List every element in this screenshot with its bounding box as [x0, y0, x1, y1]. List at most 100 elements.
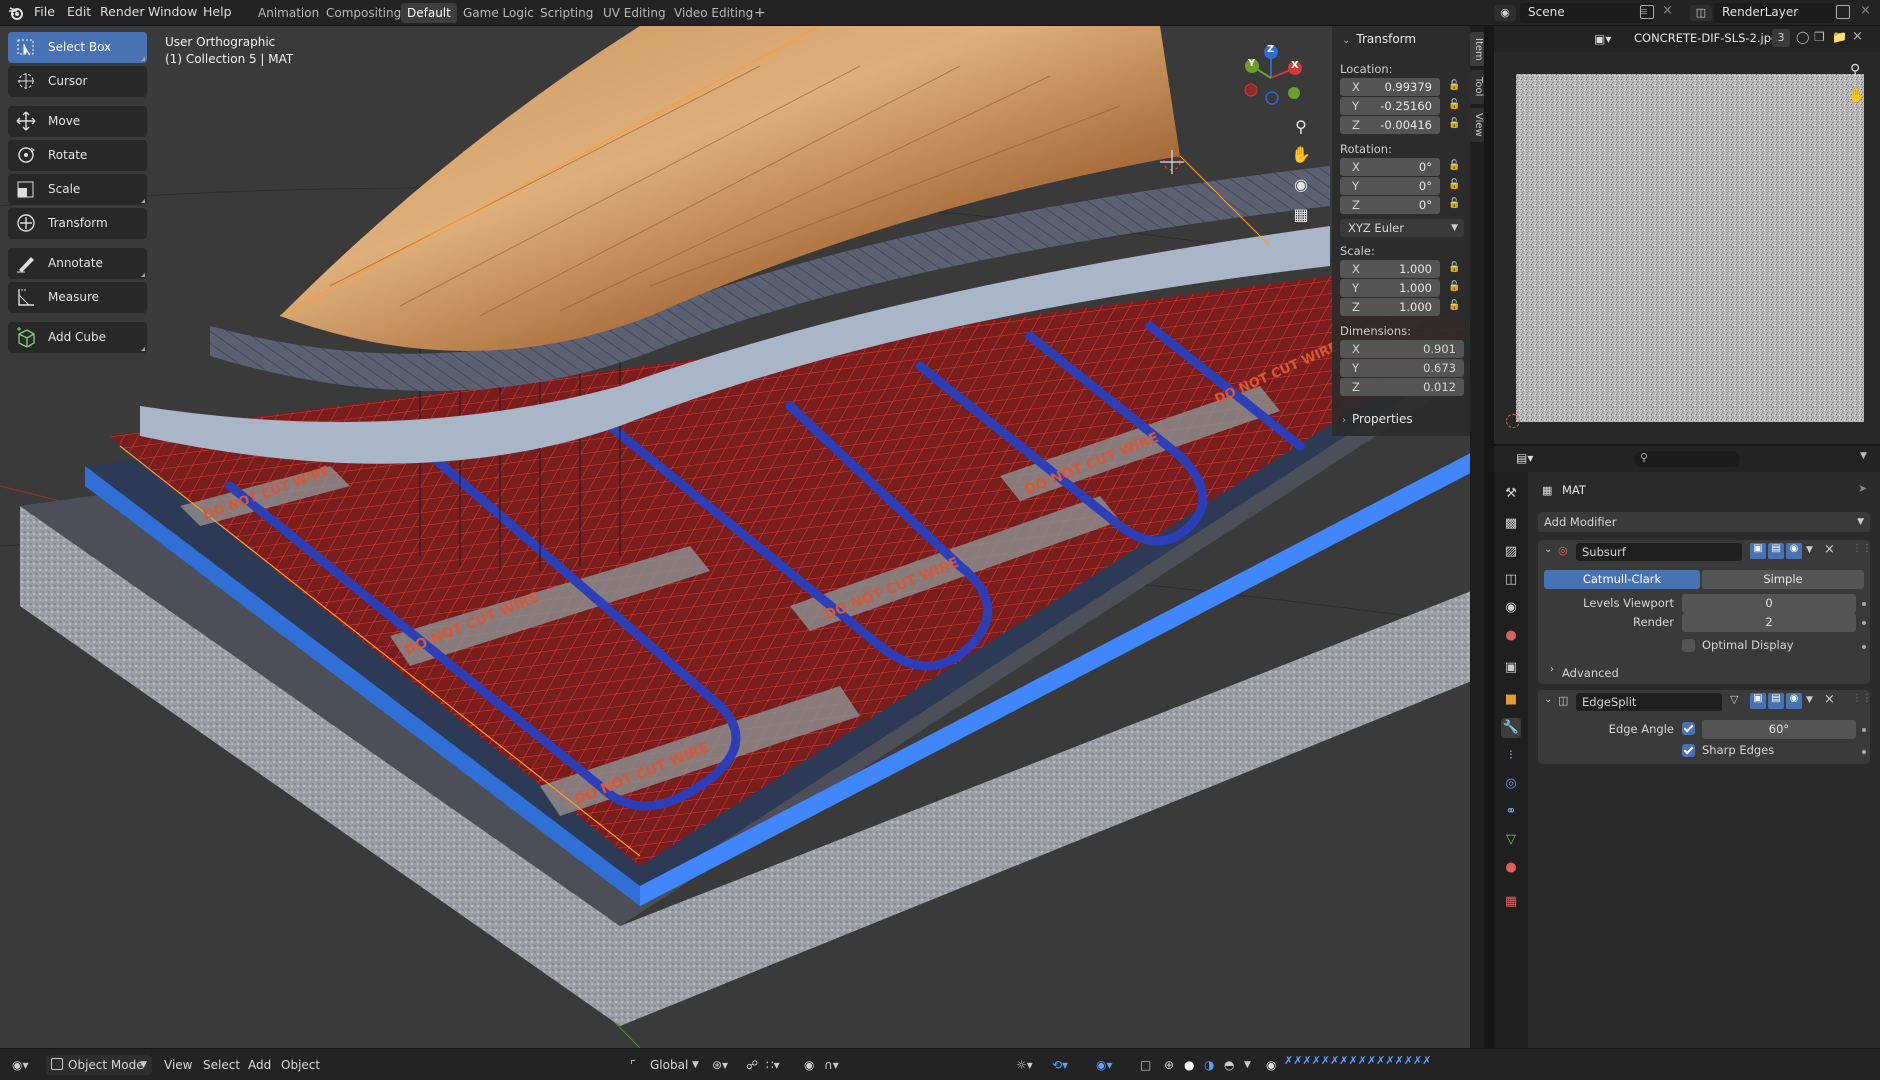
- optimal-display-checkbox[interactable]: [1682, 639, 1695, 652]
- collapse-icon[interactable]: ⌄: [1544, 694, 1552, 705]
- camera-view-icon[interactable]: ◉: [1288, 172, 1314, 198]
- close-icon[interactable]: ×: [1852, 29, 1863, 44]
- pivot-point-icon[interactable]: ⊛▾: [712, 1056, 728, 1074]
- catmull-clark-button[interactable]: Catmull-Clark: [1544, 570, 1700, 589]
- view-layer-icon[interactable]: ◫: [1690, 5, 1712, 21]
- scene-icon[interactable]: ◉: [1494, 5, 1516, 21]
- tool-add-cube[interactable]: Add Cube: [8, 322, 147, 353]
- tool-move[interactable]: Move: [8, 106, 147, 137]
- render-levels-field[interactable]: 2: [1682, 613, 1856, 632]
- lock-icon[interactable]: 🔓: [1448, 179, 1462, 193]
- eye-icon[interactable]: ◉: [1266, 1056, 1276, 1074]
- tab-item[interactable]: Item: [1470, 32, 1484, 66]
- image-editor[interactable]: ⚲ ✋: [1494, 26, 1880, 444]
- lock-icon[interactable]: 🔓: [1448, 118, 1462, 132]
- edgesplit-name-field[interactable]: EdgeSplit: [1576, 693, 1722, 711]
- grid-view-icon[interactable]: ▦: [1288, 202, 1314, 228]
- render-toggle-icon[interactable]: ◉: [1786, 543, 1802, 559]
- lock-icon[interactable]: 🔓: [1448, 99, 1462, 113]
- edit-mode-toggle-icon[interactable]: ▣: [1750, 543, 1766, 559]
- scale-y-field[interactable]: Y 1.000: [1340, 279, 1440, 297]
- material-shading-icon[interactable]: ◑: [1204, 1056, 1214, 1074]
- menu-view[interactable]: View: [164, 1056, 192, 1074]
- orientation-dropdown[interactable]: Global: [650, 1056, 688, 1074]
- area-divider[interactable]: [1484, 26, 1494, 1048]
- falloff-icon[interactable]: ∩▾: [824, 1056, 839, 1074]
- tab-view[interactable]: View: [1470, 108, 1484, 142]
- gizmo-toggle-icon[interactable]: ⟲▾: [1052, 1056, 1068, 1074]
- on-cage-toggle-icon[interactable]: ▽: [1730, 693, 1738, 706]
- properties-panel-header[interactable]: › Properties: [1332, 408, 1470, 430]
- tab-animation[interactable]: Animation: [252, 3, 325, 23]
- tab-data-icon[interactable]: ▽: [1501, 830, 1521, 850]
- scene-render[interactable]: [0, 26, 1484, 1048]
- keyframe-dot-icon[interactable]: [1862, 645, 1866, 649]
- drag-handle-icon[interactable]: ⋮⋮: [1852, 543, 1872, 554]
- tab-output-icon[interactable]: ▨: [1501, 542, 1521, 562]
- scale-x-field[interactable]: X 1.000: [1340, 260, 1440, 278]
- tab-view-layer-icon[interactable]: ◫: [1501, 570, 1521, 590]
- snap-target-icon[interactable]: ∷▾: [766, 1056, 780, 1074]
- rotation-mode-dropdown[interactable]: XYZ Euler ▼: [1340, 219, 1464, 237]
- keyframe-dot-icon[interactable]: [1862, 728, 1866, 732]
- lock-icon[interactable]: 🔓: [1448, 281, 1462, 295]
- chevron-down-icon[interactable]: ▼: [1860, 451, 1867, 461]
- zoom-icon[interactable]: ⚲: [1288, 114, 1314, 140]
- proportional-edit-icon[interactable]: ◉: [804, 1056, 814, 1074]
- 3d-viewport[interactable]: User Orthographic (1) Collection 5 | MAT…: [0, 26, 1484, 1048]
- tool-select-box[interactable]: Select Box: [8, 32, 147, 63]
- new-view-layer-icon[interactable]: [1836, 5, 1850, 19]
- image-name[interactable]: CONCRETE-DIF-SLS-2.jpg: [1634, 31, 1778, 45]
- pin-icon[interactable]: ➤: [1858, 482, 1867, 495]
- location-x-field[interactable]: X 0.99379: [1340, 78, 1440, 96]
- open-folder-icon[interactable]: 📁: [1832, 30, 1847, 44]
- pan-hand-icon[interactable]: ✋: [1848, 88, 1865, 104]
- tab-material-icon[interactable]: ●: [1501, 858, 1521, 878]
- levels-viewport-field[interactable]: 0: [1682, 594, 1856, 613]
- tab-scripting[interactable]: Scripting: [534, 3, 599, 23]
- subsurf-name-field[interactable]: Subsurf: [1576, 543, 1742, 561]
- navigation-gizmo[interactable]: Z X Y: [1236, 38, 1306, 108]
- menu-render[interactable]: Render: [96, 0, 149, 26]
- mode-dropdown[interactable]: Object Mode ▼: [46, 1055, 152, 1075]
- tool-annotate[interactable]: Annotate: [8, 248, 147, 279]
- tab-video-editing[interactable]: Video Editing: [668, 3, 759, 23]
- transform-panel-header[interactable]: ⌄ Transform: [1332, 28, 1470, 50]
- tab-tool-icon[interactable]: ⚒: [1501, 484, 1521, 504]
- menu-edit[interactable]: Edit: [63, 0, 95, 26]
- layer-toggle-row[interactable]: ✗✗✗✗✗✗✗✗✗✗✗✗✗✗✗✗: [1284, 1053, 1484, 1075]
- tab-default[interactable]: Default: [401, 3, 457, 23]
- solid-shading-icon[interactable]: ●: [1184, 1056, 1194, 1074]
- tab-tool[interactable]: Tool: [1470, 70, 1484, 104]
- tab-particles-icon[interactable]: ⁝: [1501, 746, 1521, 766]
- lock-icon[interactable]: 🔓: [1448, 198, 1462, 212]
- rendered-shading-icon[interactable]: ◓: [1224, 1056, 1234, 1074]
- tab-world-icon[interactable]: ●: [1501, 626, 1521, 646]
- advanced-subpanel[interactable]: Advanced: [1562, 666, 1619, 680]
- add-modifier-dropdown[interactable]: Add Modifier ▼: [1538, 512, 1870, 532]
- tab-scene-icon[interactable]: ◉: [1501, 598, 1521, 618]
- keyframe-dot-icon[interactable]: [1862, 750, 1866, 754]
- render-toggle-icon[interactable]: ◉: [1786, 693, 1802, 709]
- chevron-down-icon[interactable]: ▼: [1806, 695, 1813, 705]
- tab-texture-icon[interactable]: ▦: [1501, 892, 1521, 912]
- tab-compositing[interactable]: Compositing: [320, 3, 407, 23]
- viewport-toggle-icon[interactable]: ▤: [1768, 693, 1784, 709]
- chevron-down-icon[interactable]: ▼: [692, 1056, 699, 1074]
- tab-render-icon[interactable]: ▩: [1501, 514, 1521, 534]
- keyframe-dot-icon[interactable]: [1862, 621, 1866, 625]
- chevron-down-icon[interactable]: ▼: [1244, 1056, 1251, 1074]
- menu-select[interactable]: Select: [203, 1056, 240, 1074]
- drag-handle-icon[interactable]: ⋮⋮: [1852, 693, 1872, 704]
- pan-hand-icon[interactable]: ✋: [1288, 142, 1314, 168]
- viewport-toggle-icon[interactable]: ▤: [1768, 543, 1784, 559]
- tab-modifier-wrench-icon[interactable]: 🔧: [1501, 718, 1521, 738]
- fake-user-shield-icon[interactable]: ◯: [1796, 30, 1809, 44]
- menu-file[interactable]: File: [30, 0, 59, 26]
- remove-modifier-icon[interactable]: ×: [1824, 692, 1835, 707]
- lock-icon[interactable]: 🔓: [1448, 300, 1462, 314]
- scale-z-field[interactable]: Z 1.000: [1340, 298, 1440, 316]
- snap-icon[interactable]: ☍: [746, 1056, 758, 1074]
- close-view-layer-icon[interactable]: ×: [1860, 3, 1871, 18]
- rotation-x-field[interactable]: X 0°: [1340, 158, 1440, 176]
